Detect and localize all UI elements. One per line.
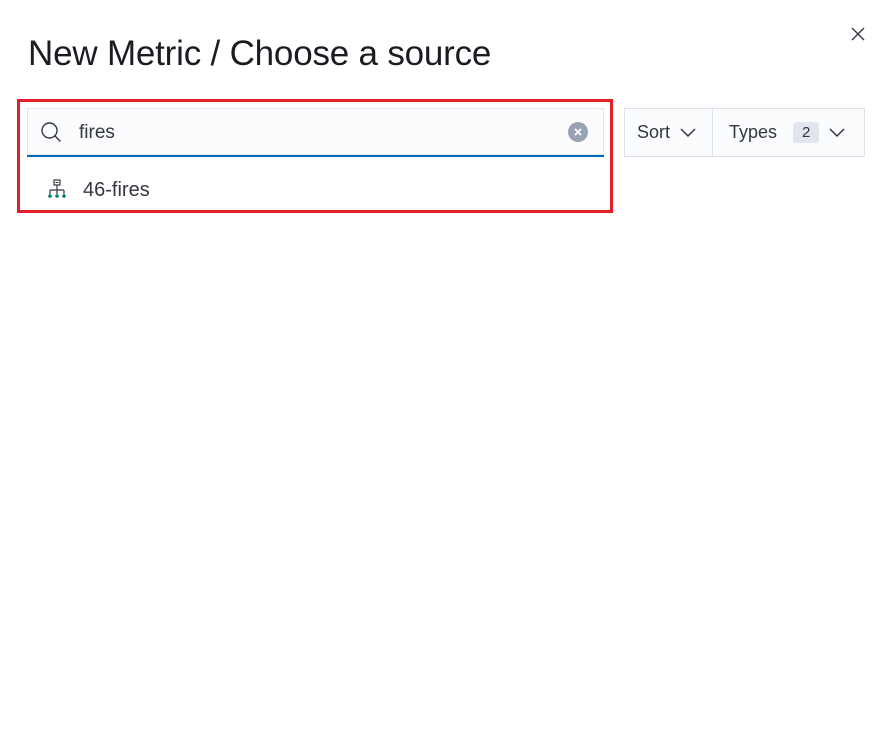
result-item-label: 46-fires [83, 178, 150, 201]
choose-source-modal: New Metric / Choose a source 46-fires [0, 0, 894, 746]
sort-button[interactable]: Sort [625, 109, 713, 156]
types-count-badge: 2 [793, 122, 820, 143]
search-icon [41, 122, 61, 142]
search-field[interactable] [27, 108, 604, 157]
clear-search-button[interactable] [568, 122, 588, 142]
search-input[interactable] [77, 108, 561, 157]
modal-title: New Metric / Choose a source [28, 34, 492, 73]
chevron-down-icon [680, 127, 696, 138]
sort-label: Sort [637, 122, 671, 142]
close-icon [851, 27, 865, 41]
types-filter-button[interactable]: Types 2 [713, 109, 864, 156]
chevron-down-icon [829, 127, 845, 138]
clear-input-icon [574, 128, 582, 136]
types-label: Types [729, 122, 778, 142]
close-button[interactable] [847, 23, 869, 45]
index-pattern-icon [46, 179, 68, 201]
filter-group: Sort Types 2 [624, 108, 865, 157]
result-item[interactable]: 46-fires [27, 172, 604, 208]
